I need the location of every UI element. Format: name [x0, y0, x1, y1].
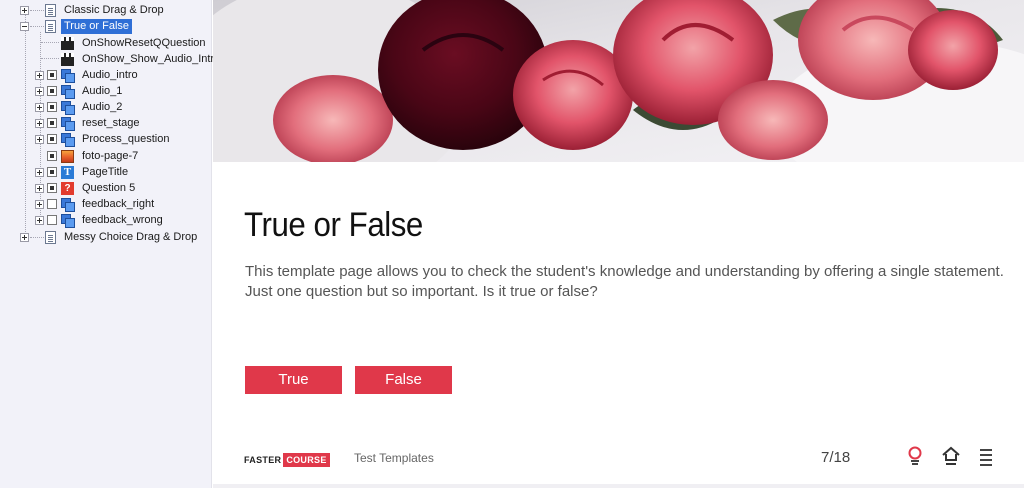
tree-item-label: Question 5 — [82, 181, 136, 194]
tree-item-feedback-wrong[interactable]: feedback_wrong — [35, 212, 166, 228]
visibility-checkbox[interactable] — [47, 167, 57, 177]
lightbulb-icon[interactable] — [905, 445, 925, 467]
tree-item-feedback-right[interactable]: feedback_right — [35, 196, 157, 212]
action-icon — [61, 52, 74, 66]
tree-item-label: feedback_right — [82, 197, 155, 210]
audio-object-icon — [61, 100, 75, 115]
tree-connector — [25, 10, 26, 238]
tree-item-label: True or False — [61, 18, 133, 34]
expand-toggle[interactable] — [35, 215, 44, 225]
project-tree: Classic Drag & Drop True or False OnShow… — [0, 0, 220, 488]
expand-toggle[interactable] — [35, 118, 44, 128]
tree-item-label: Classic Drag & Drop — [64, 3, 164, 16]
expand-toggle[interactable] — [35, 167, 44, 177]
audio-object-icon — [61, 197, 75, 212]
logo-text: COURSE — [283, 453, 330, 467]
header-photo-roses — [213, 0, 1024, 162]
tree-item-label: Process_question — [82, 132, 170, 145]
visibility-checkbox[interactable] — [47, 215, 57, 225]
tree-item-onshow-audio-intro[interactable]: OnShow_Show_Audio_Intro — [35, 51, 223, 67]
home-icon[interactable] — [941, 445, 961, 467]
page-icon — [45, 230, 56, 244]
course-footer: FASTER COURSE Test Templates 7/18 — [213, 434, 1024, 484]
page-counter: 7/18 — [821, 449, 851, 466]
course-title: Test Templates — [354, 451, 434, 465]
audio-object-icon — [61, 84, 75, 99]
action-icon — [61, 36, 74, 50]
audio-object-icon — [61, 213, 75, 228]
question-statement: This template page allows you to check t… — [245, 263, 1004, 300]
expand-toggle[interactable] — [35, 199, 44, 209]
tree-item-onshow-reset[interactable]: OnShowResetQQuestion — [35, 35, 209, 51]
audio-object-icon — [61, 116, 75, 131]
tree-item-pagetitle[interactable]: T PageTitle — [35, 164, 131, 180]
page-title: True or False — [244, 206, 423, 244]
fastercourse-logo: FASTER COURSE — [244, 453, 330, 467]
tree-item-label: foto-page-7 — [82, 149, 139, 162]
tree-item-label: Audio_1 — [82, 84, 123, 97]
tree-item-messy-choice[interactable]: Messy Choice Drag & Drop — [20, 229, 200, 245]
tree-item-label: Audio_2 — [82, 100, 123, 113]
visibility-checkbox[interactable] — [47, 134, 57, 144]
tree-item-true-or-false[interactable]: True or False — [20, 18, 133, 34]
logo-text: FASTER — [244, 455, 282, 465]
question-icon: ? — [61, 181, 74, 195]
expand-toggle[interactable] — [20, 232, 29, 242]
tree-item-classic-drag-drop[interactable]: Classic Drag & Drop — [20, 2, 167, 18]
visibility-checkbox[interactable] — [47, 151, 57, 161]
tree-item-audio-2[interactable]: Audio_2 — [35, 99, 125, 115]
expand-toggle[interactable] — [35, 70, 44, 80]
tree-item-label: Messy Choice Drag & Drop — [64, 230, 198, 243]
visibility-checkbox[interactable] — [47, 86, 57, 96]
visibility-checkbox[interactable] — [47, 118, 57, 128]
visibility-checkbox[interactable] — [47, 70, 57, 80]
audio-object-icon — [61, 68, 75, 83]
tree-item-label: feedback_wrong — [82, 213, 163, 226]
tree-item-label: OnShowResetQQuestion — [82, 36, 206, 49]
text-icon: T — [61, 165, 74, 179]
audio-object-icon — [61, 132, 75, 147]
expand-toggle[interactable] — [20, 5, 29, 15]
visibility-checkbox[interactable] — [47, 102, 57, 112]
menu-icon[interactable] — [976, 445, 996, 467]
tree-item-label: reset_stage — [82, 116, 140, 129]
expand-toggle[interactable] — [35, 134, 44, 144]
tree-item-reset-stage[interactable]: reset_stage — [35, 115, 142, 131]
tree-item-foto-page-7[interactable]: foto-page-7 — [35, 148, 141, 164]
bottom-divider — [213, 484, 1024, 488]
roses-photo — [213, 0, 1024, 162]
false-button[interactable]: False — [355, 366, 452, 394]
tree-item-label: Audio_intro — [82, 68, 138, 81]
visibility-checkbox[interactable] — [47, 199, 57, 209]
image-icon — [61, 149, 74, 163]
expand-toggle[interactable] — [35, 183, 44, 193]
tree-item-audio-intro[interactable]: Audio_intro — [35, 67, 141, 83]
tree-item-label: PageTitle — [82, 165, 129, 178]
expand-toggle[interactable] — [35, 102, 44, 112]
tree-item-process-question[interactable]: Process_question — [35, 131, 172, 147]
tree-item-label: OnShow_Show_Audio_Intro — [82, 52, 221, 65]
tree-item-question-5[interactable]: ? Question 5 — [35, 180, 138, 196]
true-button[interactable]: True — [245, 366, 342, 394]
page-icon — [45, 3, 56, 17]
page-icon — [45, 19, 56, 33]
collapse-toggle[interactable] — [20, 21, 29, 31]
visibility-checkbox[interactable] — [47, 183, 57, 193]
expand-toggle[interactable] — [35, 86, 44, 96]
tree-item-audio-1[interactable]: Audio_1 — [35, 83, 125, 99]
